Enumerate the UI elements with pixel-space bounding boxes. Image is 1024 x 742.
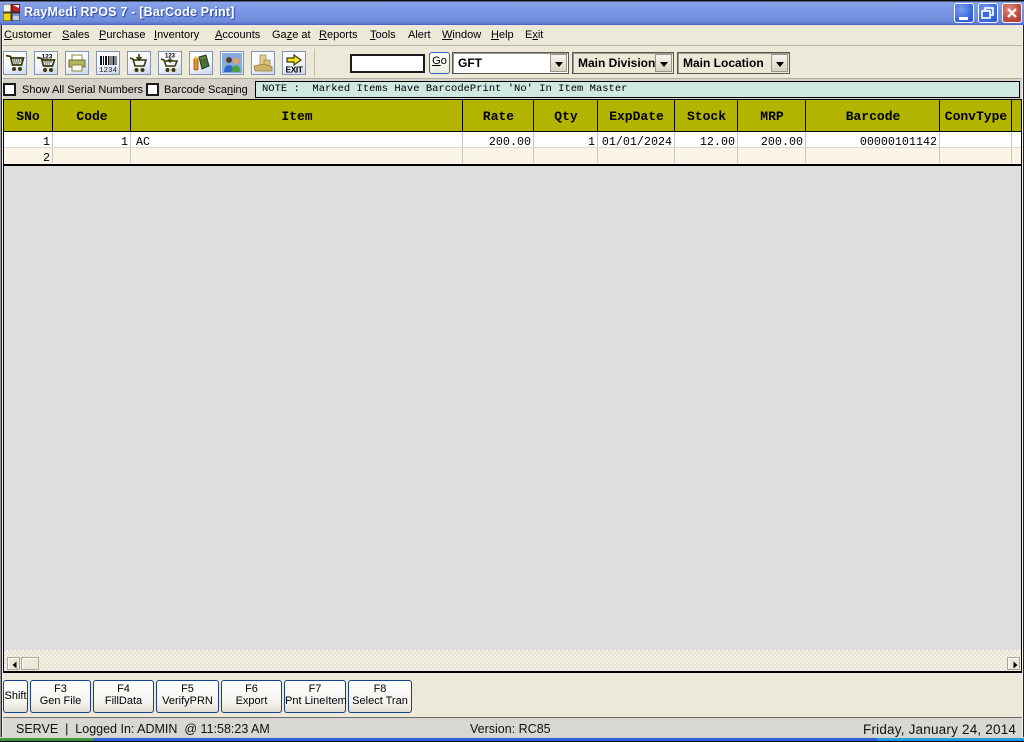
svg-text:EXIT: EXIT [286,65,304,75]
svg-text:1234: 1234 [99,67,118,74]
